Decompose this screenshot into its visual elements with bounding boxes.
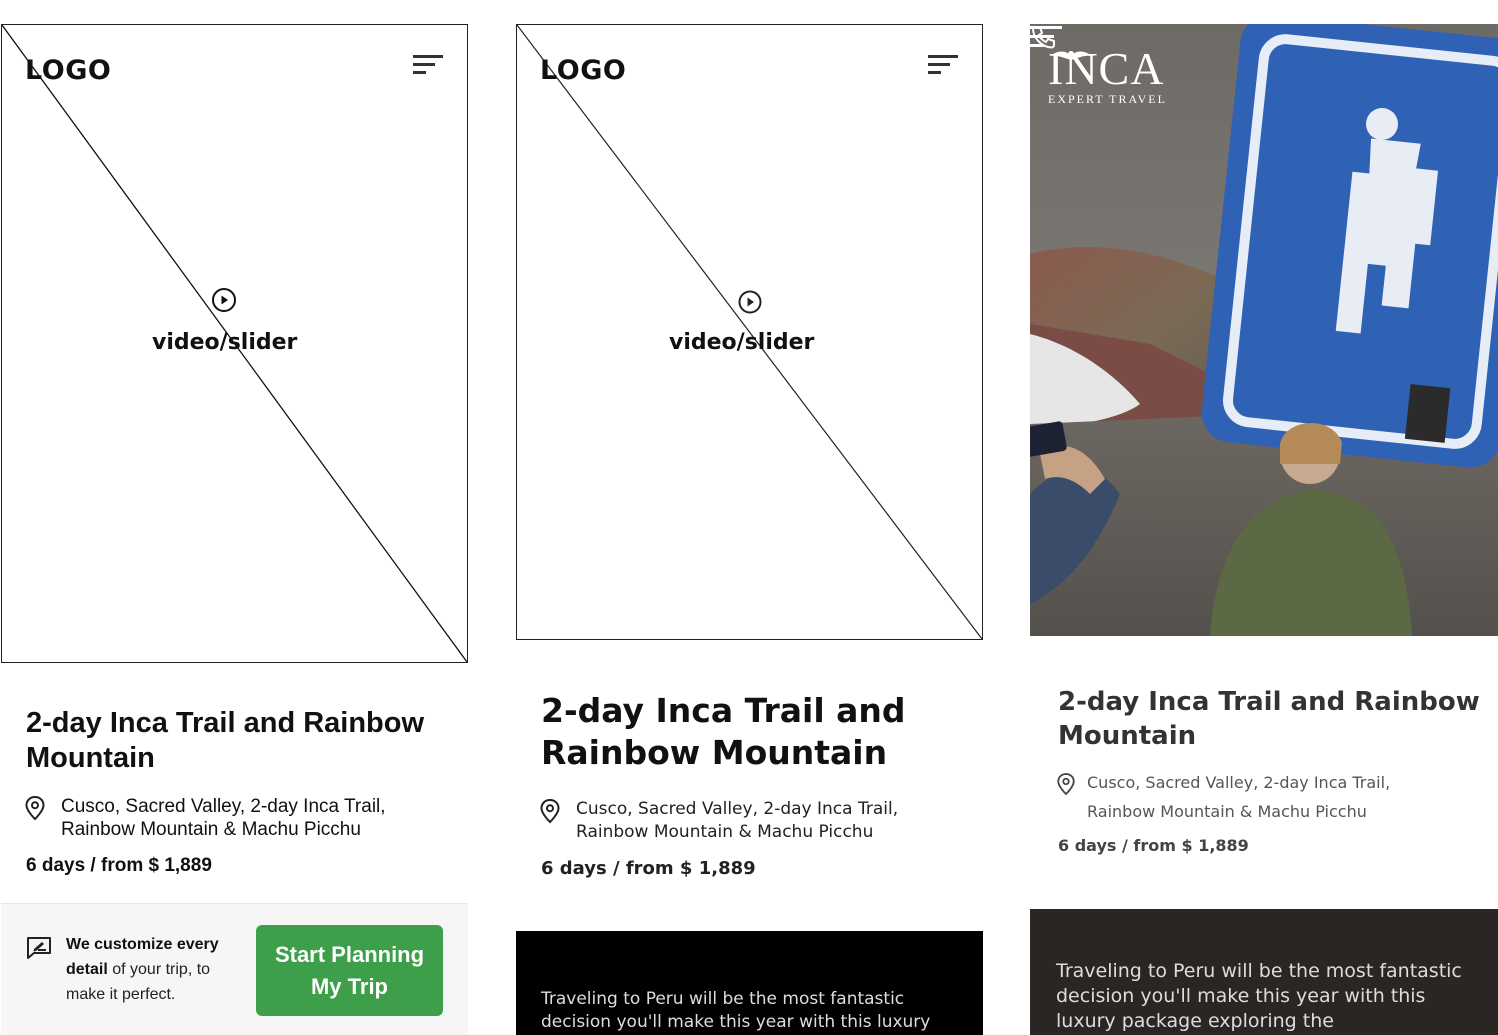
- location-line-2: Rainbow Mountain & Machu Picchu: [1087, 802, 1367, 821]
- logo[interactable]: LOGO: [540, 55, 626, 86]
- menu-icon[interactable]: [413, 53, 443, 75]
- location-text: Cusco, Sacred Valley, 2-day Inca Trail, …: [1087, 768, 1390, 826]
- trip-title: 2-day Inca Trail and Rainbow Mountain: [26, 707, 425, 774]
- location-pin-icon: [25, 795, 45, 821]
- location-line-1: Cusco, Sacred Valley, 2-day Inca Trail,: [1087, 773, 1391, 792]
- media-label: video/slider: [152, 330, 298, 355]
- hero-photo[interactable]: INCA EXPERT TRAVEL: [1030, 24, 1498, 636]
- design-final: INCA EXPERT TRAVEL 2-day Inca Trail and …: [1030, 0, 1498, 1035]
- location-line-1: Cusco, Sacred Valley, 2-day Inca Trail,: [576, 799, 899, 819]
- location-pin-icon: [1057, 773, 1075, 796]
- hero-media-placeholder[interactable]: LOGO video/slider: [516, 24, 983, 640]
- menu-icon[interactable]: [928, 53, 958, 75]
- location-line-2: Rainbow Mountain & Machu Picchu: [576, 822, 874, 842]
- menu-icon[interactable]: [1030, 24, 1062, 48]
- customize-bold-1: We customize every: [66, 936, 219, 953]
- trip-price: 6 days / from $ 1,889: [1058, 836, 1249, 855]
- location-text: Cusco, Sacred Valley, 2-day Inca Trail, …: [61, 795, 386, 841]
- location-text: Cusco, Sacred Valley, 2-day Inca Trail, …: [576, 798, 898, 844]
- trip-title: 2-day Inca Trail and Rainbow Mountain: [541, 691, 906, 772]
- intro-section: Traveling to Peru will be the most fanta…: [1030, 909, 1498, 1035]
- button-line-1: Start Planning: [274, 941, 425, 967]
- button-line-2: My Trip: [310, 973, 388, 999]
- location-line-1: Cusco, Sacred Valley, 2-day Inca Trail,: [61, 796, 386, 817]
- customize-rest-2: make it perfect.: [66, 986, 176, 1003]
- media-label: video/slider: [669, 330, 815, 355]
- chat-edit-icon: [27, 937, 51, 959]
- logo[interactable]: LOGO: [25, 55, 111, 86]
- start-planning-button[interactable]: Start Planning My Trip: [256, 925, 443, 1016]
- brand-logo[interactable]: INCA EXPERT TRAVEL: [1048, 46, 1167, 107]
- customize-rest-1: of your trip, to: [107, 961, 211, 978]
- location-line-2: Rainbow Mountain & Machu Picchu: [61, 819, 361, 840]
- wireframe-midfi: LOGO video/slider 2-day Inca Trail and R…: [515, 0, 985, 1035]
- play-circle-icon[interactable]: [737, 289, 763, 315]
- customize-bold-2: detail: [66, 961, 108, 978]
- intro-section: Traveling to Peru will be the most fanta…: [516, 931, 983, 1035]
- hero-media-placeholder[interactable]: LOGO video/slider: [1, 24, 468, 663]
- brand-tagline: EXPERT TRAVEL: [1048, 92, 1167, 106]
- intro-text: Traveling to Peru will be the most fanta…: [541, 989, 931, 1032]
- trip-title: 2-day Inca Trail and Rainbow Mountain: [1058, 687, 1480, 751]
- trip-price: 6 days / from $ 1,889: [26, 855, 212, 876]
- location-pin-icon: [540, 798, 560, 824]
- intro-text: Traveling to Peru will be the most fanta…: [1056, 960, 1462, 1032]
- customize-text: We customize every detail of your trip, t…: [66, 932, 246, 1007]
- trip-price: 6 days / from $ 1,889: [541, 858, 756, 879]
- hero-photo-illustration: [1030, 24, 1498, 636]
- wireframe-lowfi: LOGO video/slider 2-day Inca Trail and R…: [0, 0, 470, 1035]
- play-circle-icon[interactable]: [211, 287, 237, 313]
- customize-cta-bar: We customize every detail of your trip, t…: [1, 903, 468, 1035]
